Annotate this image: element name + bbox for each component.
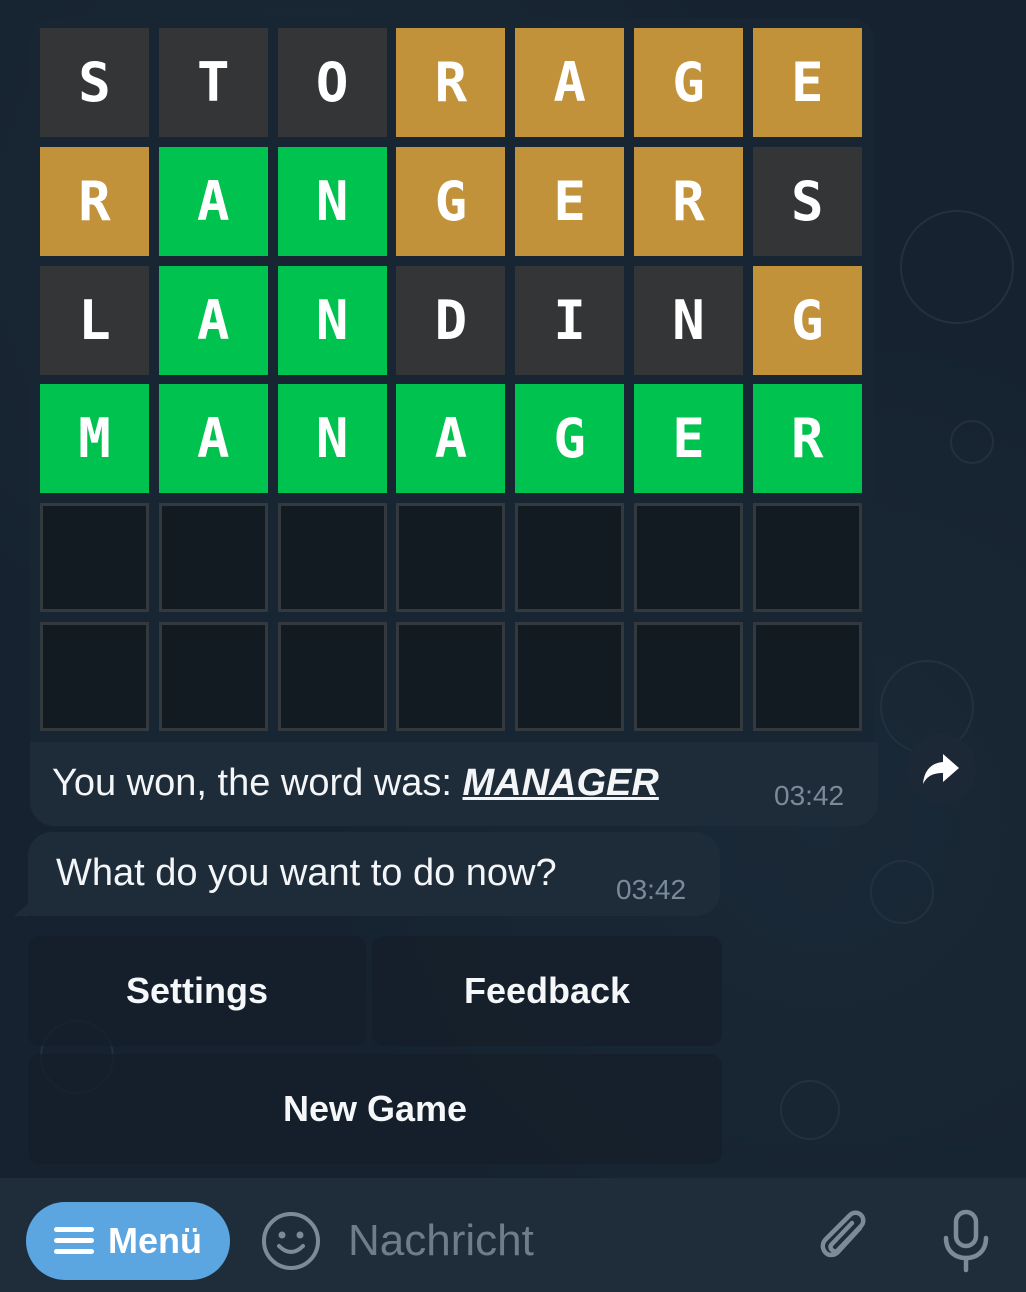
message-timestamp: 03:42 <box>774 780 845 811</box>
grid-cell: A <box>158 384 268 494</box>
answer-word-link[interactable]: MANAGER <box>463 762 659 804</box>
grid-cell: N <box>277 265 387 375</box>
wallpaper-doodle <box>870 860 934 924</box>
result-message: You won, the word was: MANAGER 03:42 <box>30 742 878 826</box>
grid-cell: M <box>40 384 149 494</box>
grid-cell: N <box>633 265 743 375</box>
grid-cell: D <box>396 265 506 375</box>
result-message-text: You won, the word was: MANAGER <box>52 762 659 804</box>
wallpaper-doodle <box>950 420 994 464</box>
bubble-tail <box>14 902 30 916</box>
grid-cell <box>158 503 268 613</box>
grid-cell: I <box>515 265 625 375</box>
menu-label: Menü <box>108 1220 202 1261</box>
grid-cell: L <box>40 265 149 375</box>
grid-cell <box>277 621 387 731</box>
hamburger-icon <box>54 1227 94 1255</box>
grid-cell <box>396 503 506 613</box>
grid-cell: E <box>752 28 862 137</box>
grid-cell <box>752 503 862 613</box>
grid-cell <box>633 621 743 731</box>
grid-cell: G <box>752 265 862 375</box>
grid-cell: A <box>515 28 625 137</box>
grid-cell: E <box>633 384 743 494</box>
settings-button[interactable]: Settings <box>28 936 366 1046</box>
grid-cell: N <box>277 384 387 494</box>
grid-cell <box>40 503 149 613</box>
grid-cell: A <box>158 265 268 375</box>
prompt-message-text: What do you want to do now? <box>56 852 557 894</box>
new-game-button[interactable]: New Game <box>28 1054 722 1164</box>
message-input[interactable]: Nachricht <box>348 1216 534 1266</box>
feedback-button[interactable]: Feedback <box>372 936 722 1046</box>
bot-menu-button[interactable]: Menü <box>26 1202 230 1280</box>
forward-button[interactable] <box>906 734 976 804</box>
grid-cell: E <box>515 146 625 256</box>
grid-cell: A <box>158 146 268 256</box>
grid-cell: R <box>633 146 743 256</box>
grid-cell: G <box>633 28 743 137</box>
wallpaper-doodle <box>900 210 1014 324</box>
grid-cell: T <box>158 28 268 137</box>
grid-cell: A <box>396 384 506 494</box>
grid-cell: R <box>396 28 506 137</box>
grid-cell <box>752 621 862 731</box>
wordle-grid: STORAGERANGERSLANDINGMANAGER <box>40 28 862 731</box>
grid-cell: G <box>515 384 625 494</box>
grid-cell <box>515 621 625 731</box>
grid-cell: S <box>752 146 862 256</box>
microphone-icon[interactable] <box>938 1208 994 1274</box>
prompt-message: What do you want to do now? 03:42 <box>14 832 720 916</box>
grid-cell: N <box>277 146 387 256</box>
grid-cell <box>515 503 625 613</box>
grid-cell: O <box>277 28 387 137</box>
message-input-bar: Menü Nachricht <box>0 1178 1026 1292</box>
grid-cell <box>40 621 149 731</box>
grid-cell <box>158 621 268 731</box>
grid-cell <box>396 621 506 731</box>
emoji-icon[interactable] <box>260 1210 322 1272</box>
wallpaper-doodle <box>780 1080 840 1140</box>
grid-cell <box>277 503 387 613</box>
grid-cell <box>633 503 743 613</box>
message-timestamp: 03:42 <box>616 874 687 905</box>
attach-icon[interactable] <box>816 1208 876 1272</box>
grid-cell: R <box>40 146 149 256</box>
grid-cell: S <box>40 28 149 137</box>
share-arrow-icon <box>923 754 959 784</box>
grid-cell: R <box>752 384 862 494</box>
grid-cell: G <box>396 146 506 256</box>
